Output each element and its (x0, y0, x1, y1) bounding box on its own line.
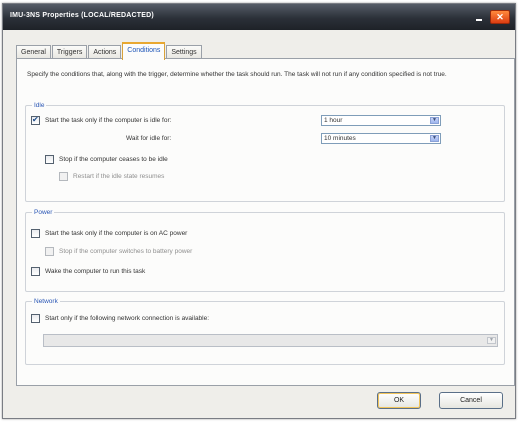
start-if-idle-label: Start the task only if the computer is i… (45, 117, 172, 124)
tab-triggers[interactable]: Triggers (51, 45, 88, 59)
restart-if-idle-option[interactable]: Restart if the idle state resumes (59, 172, 164, 181)
wait-for-idle-label: Wait for idle for: (126, 135, 172, 142)
idle-duration-dropdown[interactable]: 1 hour ▼ (321, 115, 441, 126)
chevron-down-icon[interactable]: ▼ (430, 135, 439, 142)
power-group-label: Power (32, 208, 55, 217)
wake-computer-label: Wake the computer to run this task (45, 268, 146, 275)
conditions-panel: Specify the conditions that, along with … (16, 58, 515, 386)
start-if-idle-checkbox[interactable] (31, 115, 40, 125)
cancel-button[interactable]: Cancel (439, 392, 503, 409)
restart-if-idle-checkbox[interactable] (59, 172, 68, 181)
tab-settings[interactable]: Settings (166, 45, 202, 59)
power-group: Power Start the task only if the compute… (25, 208, 505, 292)
minimize-button[interactable] (473, 10, 487, 24)
task-properties-dialog: IMU-3NS Properties (LOCAL/REDACTED) ✕ Ge… (2, 3, 516, 419)
network-group-label: Network (32, 297, 60, 306)
tab-actions[interactable]: Actions (88, 45, 122, 59)
idle-group: Idle Start the task only if the computer… (25, 101, 505, 202)
ok-button[interactable]: OK (377, 392, 421, 409)
start-if-idle-option[interactable]: Start the task only if the computer is i… (31, 115, 172, 125)
network-condition-label: Start only if the following network conn… (45, 315, 210, 322)
battery-stop-checkbox[interactable] (45, 247, 54, 256)
network-condition-option[interactable]: Start only if the following network conn… (31, 314, 209, 323)
restart-if-idle-label: Restart if the idle state resumes (73, 173, 165, 180)
chevron-down-icon[interactable]: ▼ (487, 337, 496, 344)
conditions-description: Specify the conditions that, along with … (27, 71, 447, 78)
stop-if-not-idle-option[interactable]: Stop if the computer ceases to be idle (45, 155, 168, 164)
idle-duration-value: 1 hour (324, 117, 343, 124)
wait-for-idle-value: 10 minutes (324, 135, 356, 142)
wake-computer-checkbox[interactable] (31, 267, 40, 276)
stop-if-not-idle-checkbox[interactable] (45, 155, 54, 164)
ac-power-checkbox[interactable] (31, 229, 40, 238)
tab-conditions[interactable]: Conditions (122, 42, 166, 60)
window-title: IMU-3NS Properties (LOCAL/REDACTED) (10, 12, 154, 19)
ac-power-label: Start the task only if the computer is o… (45, 230, 188, 237)
chevron-down-icon[interactable]: ▼ (430, 117, 439, 124)
tab-general[interactable]: General (16, 45, 51, 59)
battery-stop-label: Stop if the computer switches to battery… (59, 248, 193, 255)
close-button[interactable]: ✕ (490, 10, 510, 24)
battery-stop-option[interactable]: Stop if the computer switches to battery… (45, 247, 192, 256)
network-connection-dropdown[interactable]: ▼ (43, 334, 498, 347)
title-bar[interactable]: IMU-3NS Properties (LOCAL/REDACTED) ✕ (3, 4, 515, 30)
tab-strip: General Triggers Actions Conditions Sett… (16, 42, 203, 60)
idle-group-label: Idle (32, 101, 47, 110)
network-group: Network Start only if the following netw… (25, 297, 505, 365)
wake-computer-option[interactable]: Wake the computer to run this task (31, 267, 145, 276)
ac-power-option[interactable]: Start the task only if the computer is o… (31, 229, 187, 238)
network-condition-checkbox[interactable] (31, 314, 40, 323)
wait-for-idle-dropdown[interactable]: 10 minutes ▼ (321, 133, 441, 144)
stop-if-not-idle-label: Stop if the computer ceases to be idle (59, 156, 168, 163)
